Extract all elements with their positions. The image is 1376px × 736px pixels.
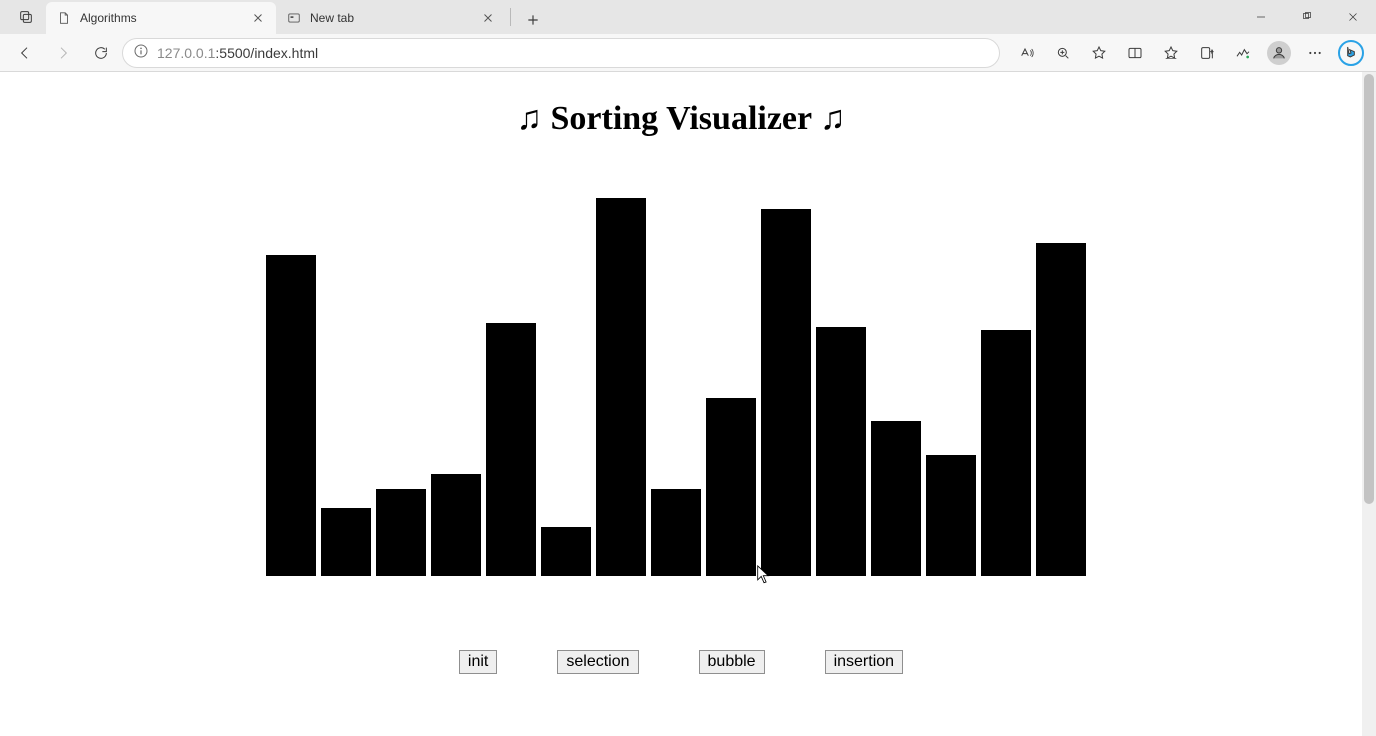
bar <box>981 330 1031 576</box>
bubble-button[interactable]: bubble <box>699 650 765 674</box>
browser-toolbar: 127.0.0.1:5500/index.html <box>0 34 1376 72</box>
address-bar[interactable]: 127.0.0.1:5500/index.html <box>122 38 1000 68</box>
init-button[interactable]: init <box>459 650 497 674</box>
bar <box>266 255 316 576</box>
performance-button[interactable] <box>1226 38 1260 68</box>
controls: init selection bubble insertion <box>0 650 1362 674</box>
bing-chat-button[interactable] <box>1334 38 1368 68</box>
tab-title: Algorithms <box>80 11 242 25</box>
page-title: ♫ Sorting Visualizer ♫ <box>0 100 1362 138</box>
zoom-button[interactable] <box>1046 38 1080 68</box>
window-close-button[interactable] <box>1330 0 1376 34</box>
bar <box>871 421 921 576</box>
bar <box>431 474 481 576</box>
read-aloud-button[interactable] <box>1010 38 1044 68</box>
bar <box>596 198 646 576</box>
refresh-button[interactable] <box>84 38 118 68</box>
window-minimize-button[interactable] <box>1238 0 1284 34</box>
sorting-bar-chart <box>266 198 1096 576</box>
bar <box>816 327 866 576</box>
window-maximize-button[interactable] <box>1284 0 1330 34</box>
collections-button[interactable] <box>1190 38 1224 68</box>
bar <box>486 323 536 576</box>
bing-icon <box>1338 40 1364 66</box>
forward-button[interactable] <box>46 38 80 68</box>
tab-algorithms[interactable]: Algorithms <box>46 2 276 34</box>
tab-close-icon[interactable] <box>480 10 496 26</box>
tab-strip: Algorithms New tab <box>0 0 1376 34</box>
newtab-favicon-icon <box>286 10 302 26</box>
avatar-icon <box>1267 41 1291 65</box>
vertical-scrollbar[interactable] <box>1362 72 1376 736</box>
tab-title: New tab <box>310 11 472 25</box>
address-url: 127.0.0.1:5500/index.html <box>157 45 318 61</box>
bar <box>541 527 591 576</box>
bar <box>321 508 371 576</box>
bar <box>926 455 976 576</box>
page-content: ♫ Sorting Visualizer ♫ init selection bu… <box>0 72 1362 736</box>
bar <box>651 489 701 576</box>
bar <box>706 398 756 576</box>
tab-separator <box>510 8 511 26</box>
favorite-button[interactable] <box>1082 38 1116 68</box>
bar <box>376 489 426 576</box>
favorites-list-button[interactable] <box>1154 38 1188 68</box>
tab-newtab[interactable]: New tab <box>276 2 506 34</box>
tab-close-icon[interactable] <box>250 10 266 26</box>
new-tab-button[interactable] <box>519 6 547 34</box>
selection-button[interactable]: selection <box>557 650 638 674</box>
toolbar-right <box>1010 38 1368 68</box>
scrollbar-thumb[interactable] <box>1364 74 1374 504</box>
tab-actions-button[interactable] <box>6 0 46 34</box>
viewport: ♫ Sorting Visualizer ♫ init selection bu… <box>0 72 1376 736</box>
back-button[interactable] <box>8 38 42 68</box>
bar <box>761 209 811 576</box>
bar <box>1036 243 1086 576</box>
split-screen-button[interactable] <box>1118 38 1152 68</box>
browser-chrome: Algorithms New tab <box>0 0 1376 72</box>
window-controls <box>1238 0 1376 34</box>
profile-button[interactable] <box>1262 38 1296 68</box>
insertion-button[interactable]: insertion <box>825 650 903 674</box>
site-info-icon[interactable] <box>133 43 149 62</box>
more-button[interactable] <box>1298 38 1332 68</box>
page-favicon-icon <box>56 10 72 26</box>
